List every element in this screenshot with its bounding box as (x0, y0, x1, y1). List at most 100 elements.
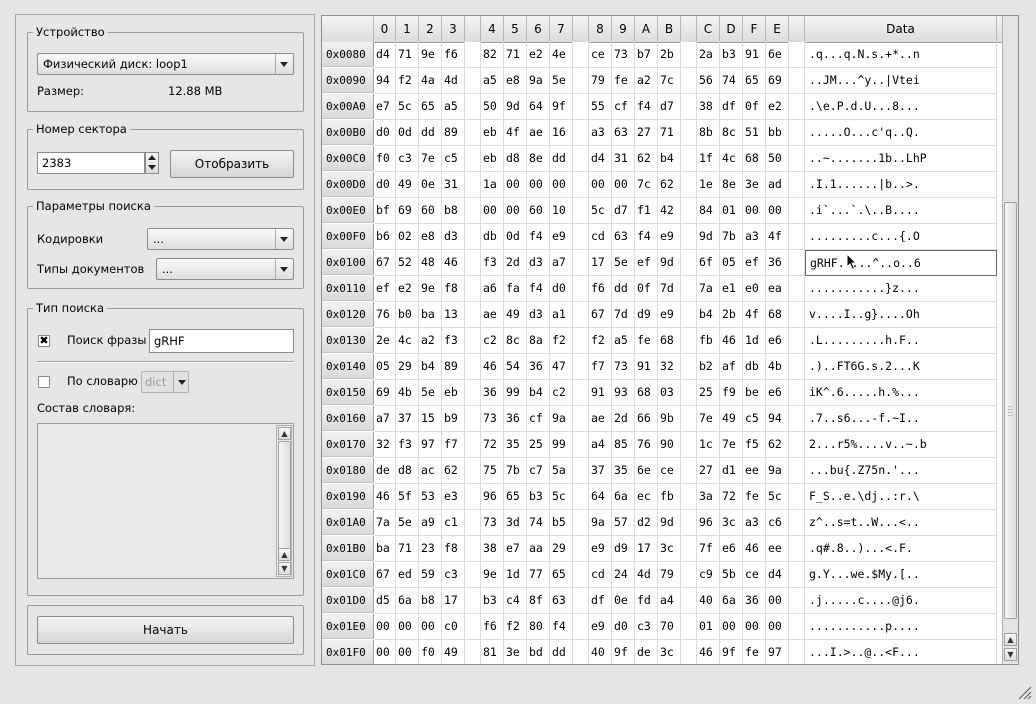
byte-cell[interactable]: d3 (527, 302, 550, 328)
byte-cell[interactable]: 7d (612, 302, 635, 328)
byte-cell[interactable]: d4 (374, 42, 396, 68)
row-address[interactable]: 0x01D0 (322, 588, 374, 613)
byte-cell[interactable]: 00 (419, 614, 442, 640)
byte-cell[interactable]: b4 (697, 302, 720, 328)
byte-cell[interactable]: 25 (527, 432, 550, 458)
byte-cell[interactable]: 69 (766, 68, 789, 94)
byte-cell[interactable]: 05 (720, 250, 743, 276)
byte-cell[interactable]: 40 (589, 640, 612, 664)
byte-cell[interactable]: b6 (374, 224, 396, 250)
byte-cell[interactable]: 00 (589, 172, 612, 198)
byte-cell[interactable]: 9e (419, 276, 442, 302)
byte-cell[interactable]: 6e (766, 42, 789, 68)
byte-cell[interactable]: 72 (481, 432, 504, 458)
byte-cell[interactable]: 3e (504, 640, 527, 664)
byte-cell[interactable]: ea (766, 276, 789, 302)
byte-cell[interactable]: 67 (374, 250, 396, 276)
byte-cell[interactable]: fe (635, 328, 658, 354)
byte-cell[interactable]: 2a (697, 42, 720, 68)
byte-cell[interactable]: 7f (697, 536, 720, 562)
scrollbar-thumb[interactable] (278, 441, 291, 561)
byte-cell[interactable]: 91 (635, 354, 658, 380)
byte-cell[interactable]: dd (612, 276, 635, 302)
byte-cell[interactable]: 63 (612, 224, 635, 250)
byte-cell[interactable]: 91 (743, 42, 766, 68)
byte-cell[interactable]: a3 (743, 510, 766, 536)
byte-cell[interactable]: e6 (766, 380, 789, 406)
byte-cell[interactable]: 00 (766, 198, 789, 224)
row-address[interactable]: 0x0190 (322, 484, 374, 509)
byte-cell[interactable]: c3 (442, 562, 465, 588)
byte-cell[interactable]: 62 (766, 432, 789, 458)
byte-cell[interactable]: c3 (396, 146, 419, 172)
byte-column-header[interactable]: 3 (442, 16, 465, 41)
byte-cell[interactable]: 69 (396, 198, 419, 224)
byte-column-header[interactable]: 4 (481, 16, 504, 41)
ascii-data-cell[interactable]: F_S..e.\dj..:r.\ (805, 484, 997, 510)
byte-cell[interactable]: 27 (635, 120, 658, 146)
sector-number-input[interactable]: 2383 (37, 152, 145, 174)
row-address[interactable]: 0x01F0 (322, 640, 374, 664)
byte-cell[interactable]: e2 (527, 42, 550, 68)
byte-cell[interactable]: b5 (550, 510, 573, 536)
byte-cell[interactable]: f4 (550, 614, 573, 640)
byte-cell[interactable]: 4a (419, 68, 442, 94)
byte-cell[interactable]: aa (527, 536, 550, 562)
byte-cell[interactable]: ce (589, 42, 612, 68)
byte-cell[interactable]: 9f (720, 640, 743, 664)
byte-cell[interactable]: f5 (743, 432, 766, 458)
byte-cell[interactable]: 65 (504, 484, 527, 510)
row-address[interactable]: 0x0090 (322, 68, 374, 93)
byte-cell[interactable]: 62 (635, 146, 658, 172)
byte-cell[interactable]: 17 (589, 250, 612, 276)
byte-cell[interactable]: d2 (635, 510, 658, 536)
byte-cell[interactable]: c2 (481, 328, 504, 354)
byte-cell[interactable]: 2b (658, 42, 681, 68)
byte-cell[interactable]: 29 (396, 354, 419, 380)
byte-cell[interactable]: f3 (481, 250, 504, 276)
byte-cell[interactable]: 35 (504, 432, 527, 458)
byte-cell[interactable]: 9a (589, 510, 612, 536)
byte-cell[interactable]: 65 (550, 562, 573, 588)
byte-cell[interactable]: 4d (442, 68, 465, 94)
byte-cell[interactable]: d8 (396, 458, 419, 484)
byte-cell[interactable]: df (589, 588, 612, 614)
byte-cell[interactable]: c6 (766, 510, 789, 536)
ascii-data-cell[interactable]: ..JM...^y..|Vtei (805, 68, 997, 94)
byte-cell[interactable]: 38 (697, 94, 720, 120)
byte-cell[interactable]: b3 (720, 42, 743, 68)
dictionary-select[interactable]: dict (141, 371, 189, 393)
byte-cell[interactable]: 6a (396, 588, 419, 614)
byte-cell[interactable]: a2 (419, 328, 442, 354)
byte-cell[interactable]: 0e (612, 588, 635, 614)
row-address[interactable]: 0x0130 (322, 328, 374, 353)
byte-cell[interactable]: 5e (550, 68, 573, 94)
data-column-header[interactable]: Data (805, 16, 997, 41)
byte-cell[interactable]: 0f (743, 94, 766, 120)
byte-cell[interactable]: f6 (442, 42, 465, 68)
byte-cell[interactable]: 8c (504, 328, 527, 354)
byte-cell[interactable]: b4 (527, 380, 550, 406)
byte-cell[interactable]: 38 (481, 536, 504, 562)
ascii-data-cell[interactable]: .i`...`.\..B.... (805, 198, 997, 224)
byte-cell[interactable]: 00 (612, 172, 635, 198)
byte-cell[interactable]: d7 (658, 94, 681, 120)
byte-cell[interactable]: 5e (419, 380, 442, 406)
byte-cell[interactable]: f0 (374, 146, 396, 172)
byte-cell[interactable]: e1 (720, 276, 743, 302)
byte-cell[interactable]: 3c (658, 640, 681, 664)
byte-cell[interactable]: f4 (635, 94, 658, 120)
byte-cell[interactable]: 1a (481, 172, 504, 198)
byte-cell[interactable]: 53 (419, 484, 442, 510)
byte-cell[interactable]: e8 (419, 224, 442, 250)
row-address[interactable]: 0x0170 (322, 432, 374, 457)
byte-cell[interactable]: f2 (550, 328, 573, 354)
row-address[interactable]: 0x01B0 (322, 536, 374, 561)
byte-cell[interactable]: 73 (481, 406, 504, 432)
byte-column-header[interactable]: 1 (396, 16, 419, 41)
byte-cell[interactable]: 36 (527, 354, 550, 380)
byte-cell[interactable]: 46 (481, 354, 504, 380)
byte-cell[interactable]: 1f (697, 146, 720, 172)
scroll-up-icon[interactable]: ▲ (278, 548, 291, 561)
byte-cell[interactable]: 57 (612, 510, 635, 536)
